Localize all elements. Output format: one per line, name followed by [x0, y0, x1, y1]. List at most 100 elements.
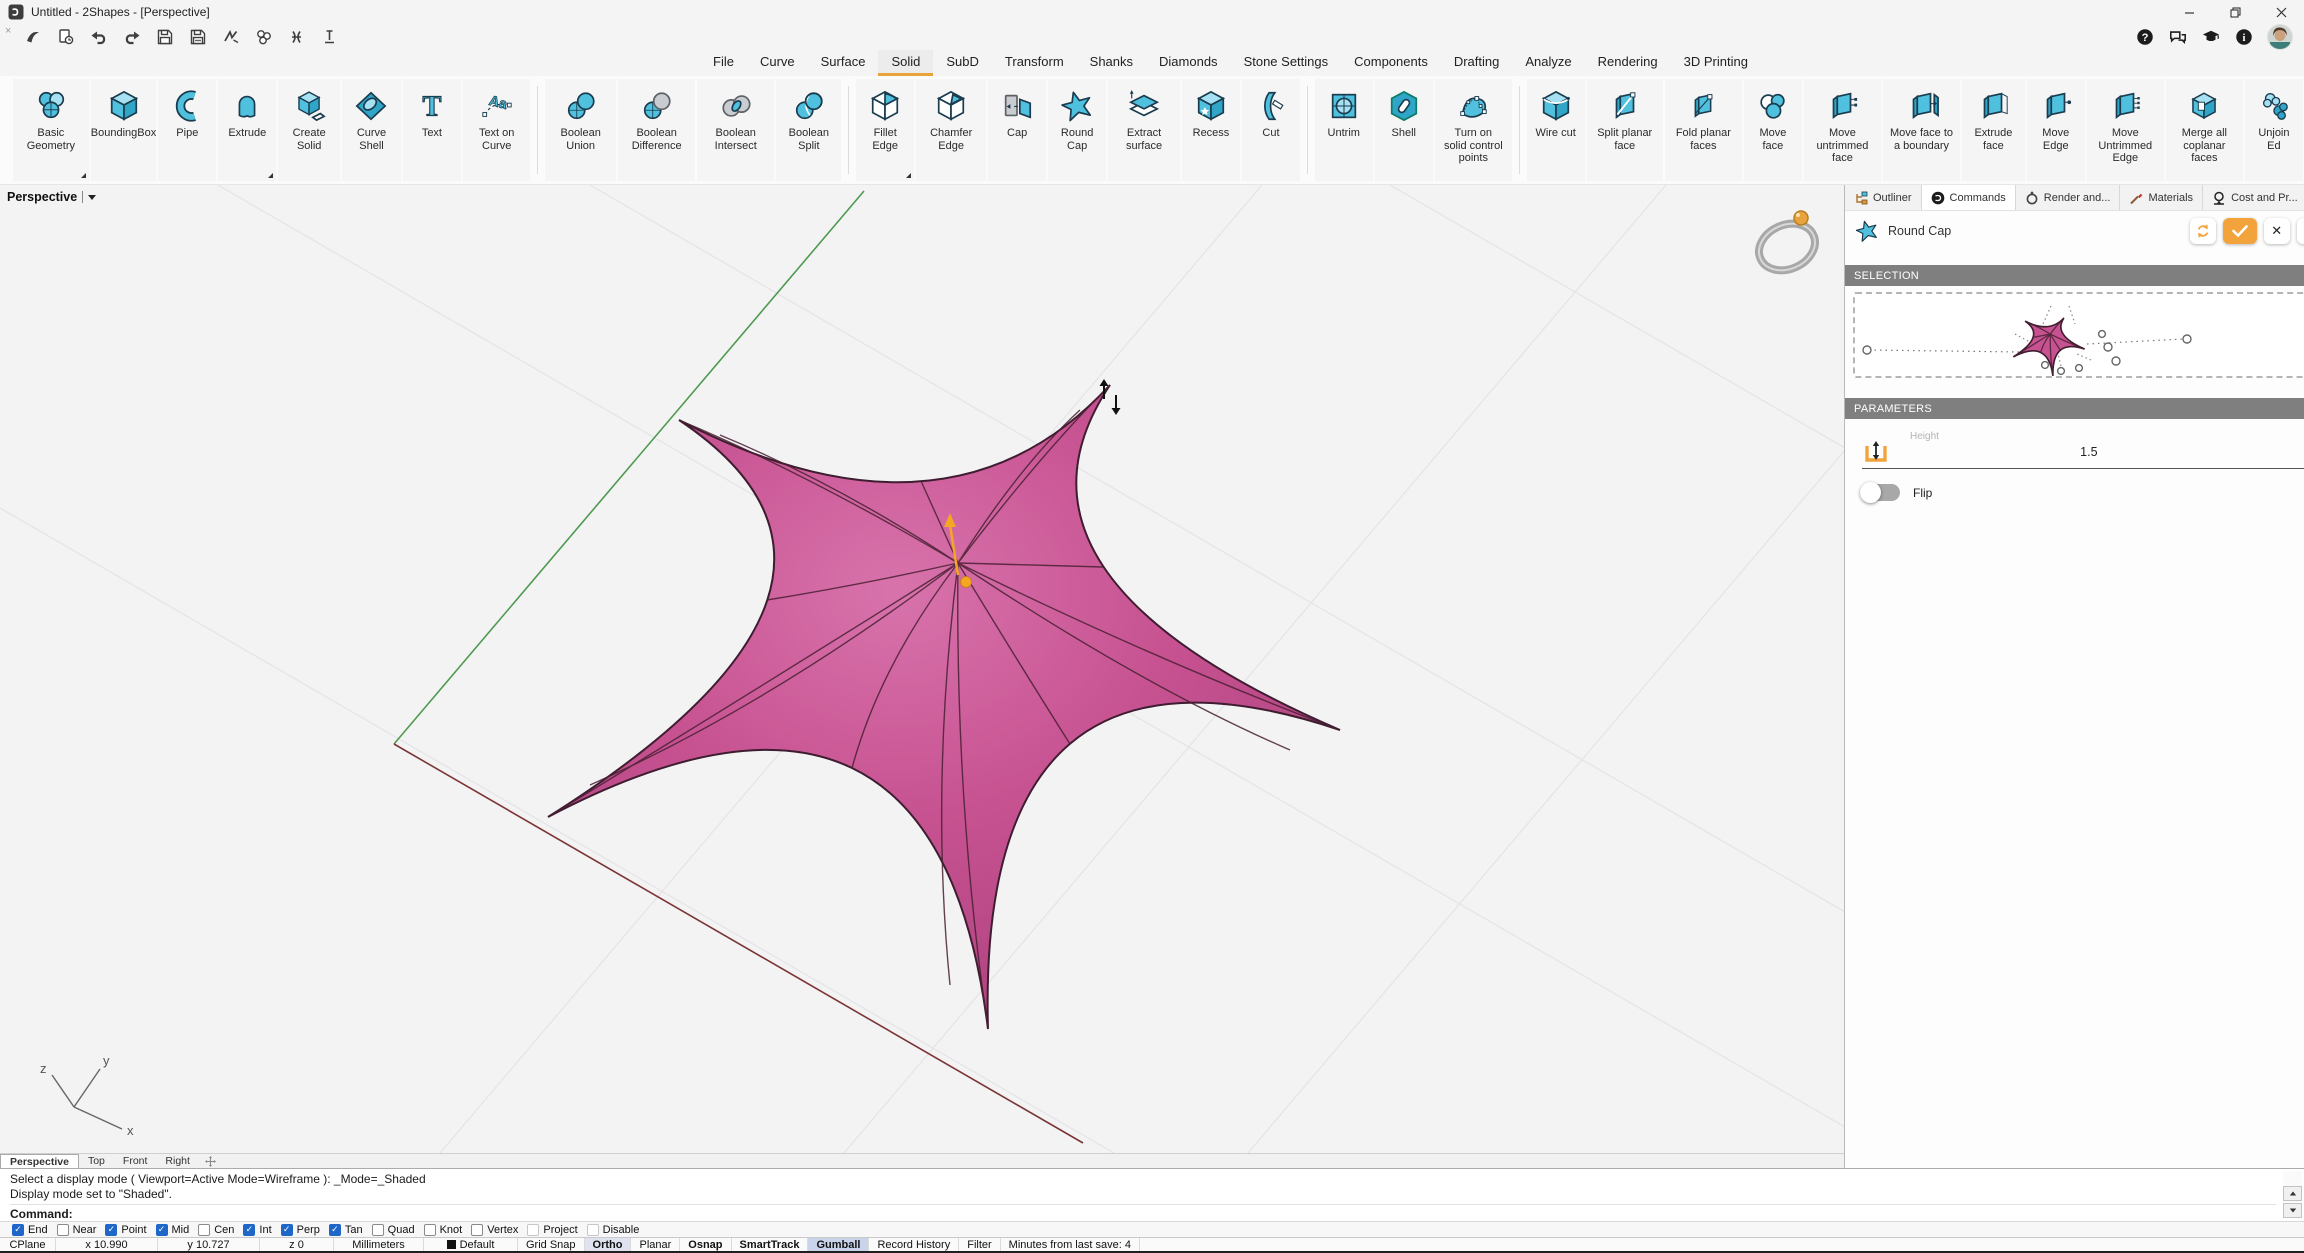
osnap-item-quad[interactable]: Quad: [372, 1224, 415, 1236]
restore-icon[interactable]: [2212, 0, 2258, 24]
status-toggle-grid-snap[interactable]: Grid Snap: [518, 1238, 585, 1251]
osnap-checkbox-project[interactable]: [527, 1224, 539, 1236]
osnap-item-disable[interactable]: Disable: [587, 1224, 640, 1236]
ribbon-item-pipe[interactable]: Pipe: [158, 79, 216, 181]
viewport-tab-front[interactable]: Front: [114, 1154, 157, 1168]
osnap-checkbox-quad[interactable]: [372, 1224, 384, 1236]
gems-icon[interactable]: [255, 28, 273, 46]
panel-tab-commands[interactable]: Commands: [1922, 185, 2016, 210]
brush-stroke-icon[interactable]: [24, 28, 42, 46]
menu-tab-file[interactable]: File: [700, 49, 747, 76]
save-icon[interactable]: [156, 28, 174, 46]
menu-tab-subd[interactable]: SubD: [933, 49, 992, 76]
ribbon-item-text-on-curve[interactable]: AaText on Curve: [463, 79, 531, 181]
status-toggle-smarttrack[interactable]: SmartTrack: [732, 1238, 809, 1251]
menu-tab-rendering[interactable]: Rendering: [1585, 49, 1671, 76]
ribbon-item-wire-cut[interactable]: Wire cut: [1527, 79, 1585, 181]
ribbon-item-create-solid[interactable]: Create Solid: [278, 79, 340, 181]
menu-tab-drafting[interactable]: Drafting: [1441, 49, 1513, 76]
user-avatar[interactable]: [2268, 25, 2292, 49]
panel-tab-cost-and-pr[interactable]: Cost and Pr...: [2203, 185, 2304, 210]
menu-tab-solid[interactable]: Solid: [878, 49, 933, 76]
ribbon-item-move-untrimmed-face[interactable]: Move untrimmed face: [1804, 79, 1881, 181]
osnap-item-near[interactable]: Near: [57, 1224, 97, 1236]
viewport-canvas[interactable]: Perspective: [0, 185, 1844, 1153]
viewport-tab-top[interactable]: Top: [79, 1154, 114, 1168]
ribbon-item-fillet-edge[interactable]: Fillet Edge: [856, 79, 914, 181]
ribbon-item-shell[interactable]: Shell: [1375, 79, 1433, 181]
osnap-checkbox-knot[interactable]: [424, 1224, 436, 1236]
pan-views-icon[interactable]: [199, 1154, 222, 1168]
osnap-checkbox-perp[interactable]: ✓: [281, 1224, 293, 1236]
panel-tab-render-and[interactable]: Render and...: [2016, 185, 2121, 210]
osnap-item-int[interactable]: ✓Int: [243, 1224, 271, 1236]
cancel-button[interactable]: ✕: [2264, 218, 2290, 244]
toolbar-close-icon[interactable]: ×: [5, 25, 11, 37]
viewport-tab-right[interactable]: Right: [156, 1154, 199, 1168]
ribbon-item-recess[interactable]: Recess: [1182, 79, 1240, 181]
ribbon-item-round-cap[interactable]: Round Cap: [1048, 79, 1106, 181]
menu-tab-components[interactable]: Components: [1341, 49, 1441, 76]
menu-tab-stone-settings[interactable]: Stone Settings: [1231, 49, 1342, 76]
command-scrollbar[interactable]: [2283, 1171, 2302, 1218]
ribbon-item-cap[interactable]: Cap: [988, 79, 1046, 181]
ribbon-item-boundingbox[interactable]: BoundingBox: [91, 79, 157, 181]
undo-icon[interactable]: [90, 28, 108, 46]
ribbon-item-basic-geometry[interactable]: Basic Geometry: [13, 79, 89, 181]
sketch-icon[interactable]: [222, 28, 240, 46]
osnap-item-mid[interactable]: ✓Mid: [156, 1224, 190, 1236]
status-cplane[interactable]: CPlane: [0, 1238, 56, 1251]
osnap-checkbox-vertex[interactable]: [471, 1224, 483, 1236]
ribbon-item-extrude-face[interactable]: Extrude face: [1962, 79, 2025, 181]
osnap-checkbox-cen[interactable]: [198, 1224, 210, 1236]
status-active-layer[interactable]: Default: [424, 1238, 518, 1251]
ribbon-item-text[interactable]: TText: [403, 79, 461, 181]
starfish-model[interactable]: [548, 385, 1340, 1029]
ribbon-item-boolean-difference[interactable]: Boolean Difference: [618, 79, 695, 181]
scroll-down-icon[interactable]: [2283, 1203, 2302, 1218]
osnap-item-end[interactable]: ✓End: [12, 1224, 48, 1236]
ribbon-item-cut[interactable]: Cut: [1242, 79, 1300, 181]
prong-icon[interactable]: [288, 28, 306, 46]
menu-tab-3d-printing[interactable]: 3D Printing: [1671, 49, 1761, 76]
osnap-item-knot[interactable]: Knot: [424, 1224, 463, 1236]
ribbon-item-unjoin-ed[interactable]: Unjoin Ed: [2245, 79, 2303, 181]
stand-icon[interactable]: [321, 28, 339, 46]
menu-tab-transform[interactable]: Transform: [992, 49, 1077, 76]
parameters-section-header[interactable]: PARAMETERS: [1845, 398, 2304, 419]
osnap-checkbox-int[interactable]: ✓: [243, 1224, 255, 1236]
info-icon[interactable]: i: [2235, 28, 2253, 46]
scroll-up-icon[interactable]: [2283, 1186, 2302, 1201]
minimize-icon[interactable]: [2166, 0, 2212, 24]
osnap-item-cen[interactable]: Cen: [198, 1224, 234, 1236]
ribbon-item-boolean-union[interactable]: Boolean Union: [545, 79, 616, 181]
redo-icon[interactable]: [123, 28, 141, 46]
status-units[interactable]: Millimeters: [334, 1238, 424, 1251]
ribbon-item-extract-surface[interactable]: Extract surface: [1108, 79, 1180, 181]
panel-tab-materials[interactable]: Materials: [2120, 185, 2203, 210]
flip-toggle[interactable]: [1862, 484, 1900, 501]
menu-tab-curve[interactable]: Curve: [747, 49, 808, 76]
dropdown-corner-icon[interactable]: [906, 173, 911, 178]
help-button[interactable]: ?: [2297, 218, 2304, 244]
osnap-checkbox-end[interactable]: ✓: [12, 1224, 24, 1236]
ribbon-item-move-untrimmed-edge[interactable]: Move Untrimmed Edge: [2087, 79, 2164, 181]
ribbon-item-move-face-to-a-boundary[interactable]: Move face to a boundary: [1883, 79, 1960, 181]
learn-icon[interactable]: [2202, 28, 2220, 46]
repeat-button[interactable]: [2190, 218, 2216, 244]
dropdown-corner-icon[interactable]: [81, 173, 86, 178]
ribbon-item-move-face[interactable]: Move face: [1744, 79, 1802, 181]
ribbon-item-fold-planar-faces[interactable]: Fold planar faces: [1665, 79, 1742, 181]
command-history-area[interactable]: Select a display mode ( Viewport=Active …: [0, 1168, 2304, 1221]
menu-tab-diamonds[interactable]: Diamonds: [1146, 49, 1231, 76]
status-toggle-osnap[interactable]: Osnap: [680, 1238, 731, 1251]
selection-section-header[interactable]: SELECTION: [1845, 265, 2304, 286]
ribbon-item-move-edge[interactable]: Move Edge: [2027, 79, 2085, 181]
osnap-checkbox-mid[interactable]: ✓: [156, 1224, 168, 1236]
ribbon-item-extrude[interactable]: Extrude: [218, 79, 276, 181]
status-toggle-ortho[interactable]: Ortho: [585, 1238, 632, 1251]
viewport-label[interactable]: Perspective: [7, 190, 96, 204]
ribbon-item-chamfer-edge[interactable]: Chamfer Edge: [916, 79, 986, 181]
dropdown-corner-icon[interactable]: [268, 173, 273, 178]
ribbon-item-boolean-intersect[interactable]: Boolean Intersect: [697, 79, 774, 181]
